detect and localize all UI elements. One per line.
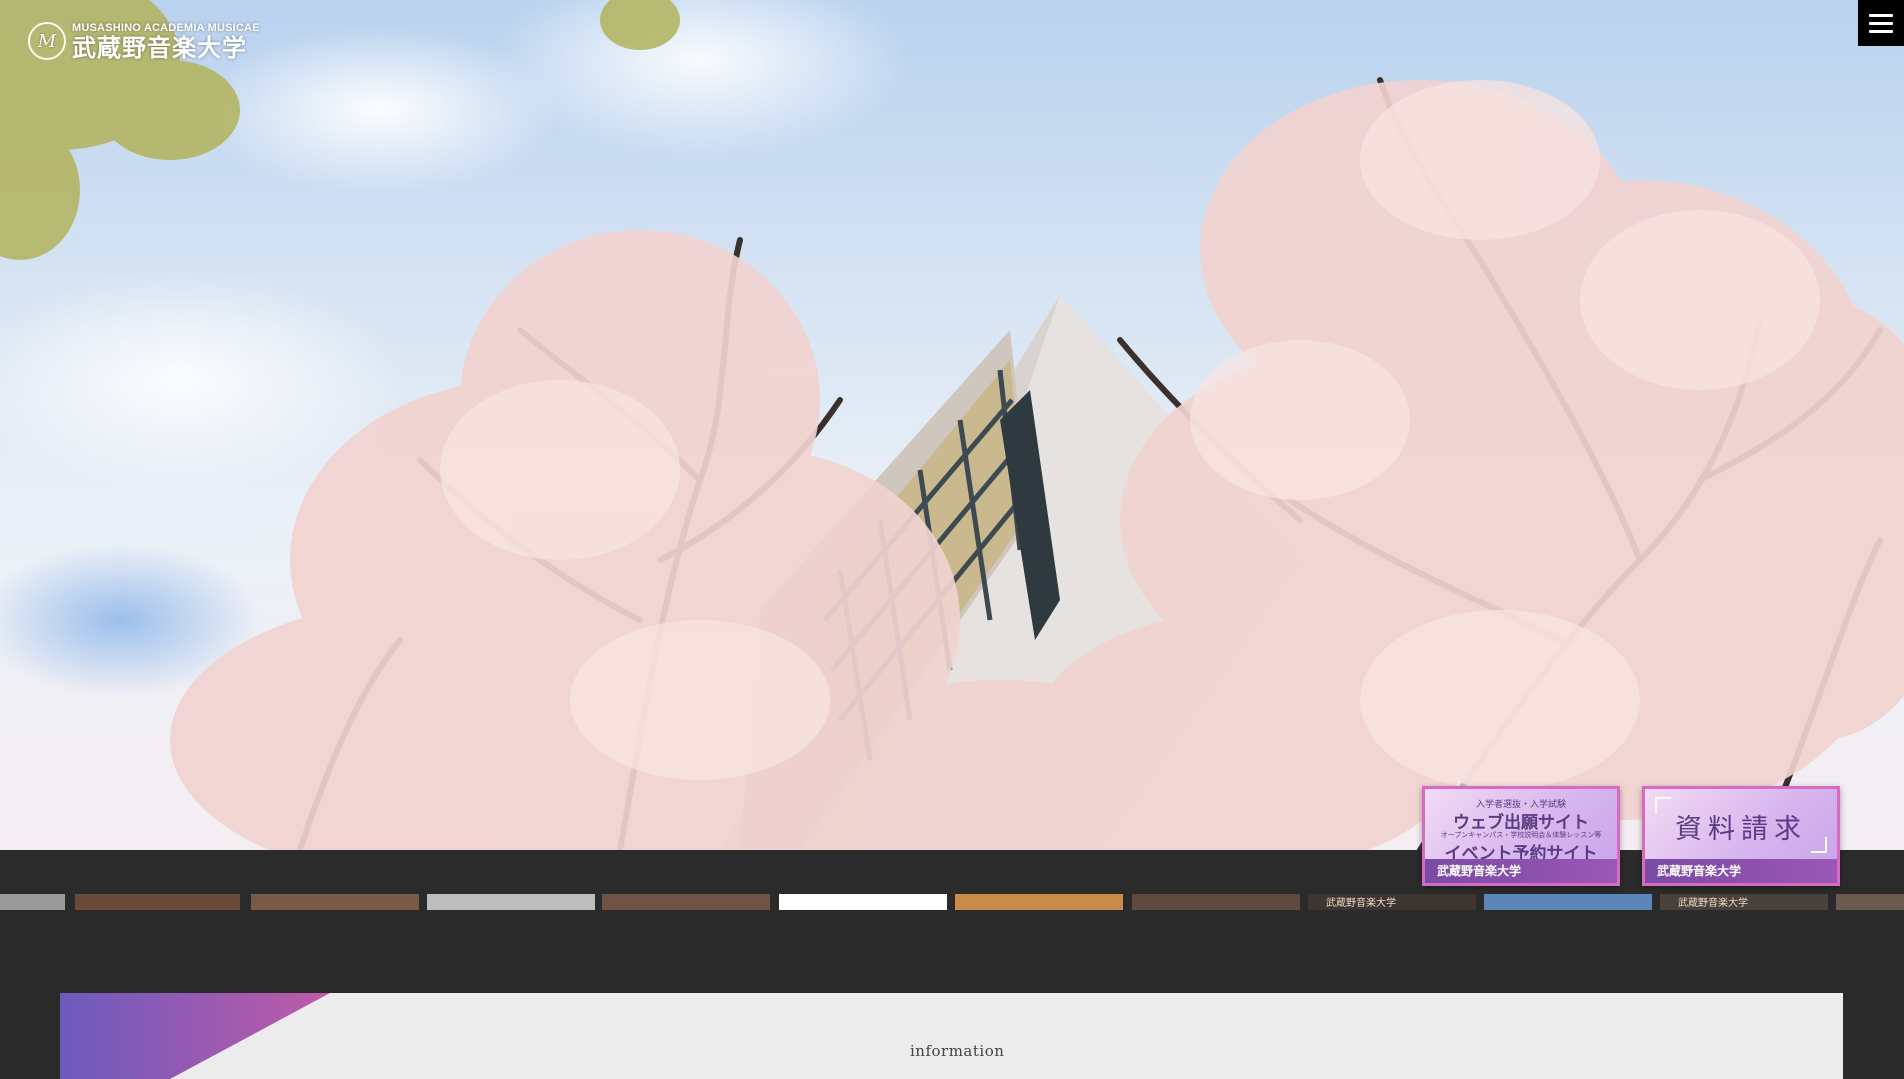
menu-bar xyxy=(1869,29,1893,33)
information-heading: information xyxy=(910,1042,1005,1060)
accent-gradient-shape xyxy=(60,993,330,1079)
thumbnail-item[interactable]: 武蔵野音楽大学 xyxy=(1308,894,1476,910)
thumbnail-item[interactable] xyxy=(251,894,419,910)
thumbnail-item[interactable] xyxy=(1132,894,1300,910)
logo-japanese: 武蔵野音楽大学 xyxy=(72,33,247,62)
information-panel: information xyxy=(60,993,1843,1079)
hero-slideshow: M MUSASHINO ACADEMIA MUSICAE 武蔵野音楽大学 xyxy=(0,0,1904,850)
thumbnail-item[interactable]: 武蔵野音楽大学 xyxy=(1660,894,1828,910)
menu-bar xyxy=(1869,21,1893,25)
logo-mark-icon: M xyxy=(28,22,66,60)
thumbnail-label: 武蔵野音楽大学 xyxy=(1678,898,1748,909)
request-materials-title: 資料請求 xyxy=(1675,814,1807,845)
web-application-banner[interactable]: 入学者選抜・入学試験 ウェブ出願サイト オープンキャンパス・学校説明会＆体験レッ… xyxy=(1422,786,1620,886)
thumbnail-item[interactable] xyxy=(955,894,1123,910)
menu-bar xyxy=(1869,13,1893,17)
banner-footer: 武蔵野音楽大学 xyxy=(1425,859,1617,883)
thumbnail-item[interactable] xyxy=(0,894,65,910)
thumbnail-item[interactable] xyxy=(602,894,770,910)
thumbnail-label: 武蔵野音楽大学 xyxy=(1326,898,1396,909)
thumbnail-item[interactable] xyxy=(75,894,240,910)
thumbnail-item[interactable] xyxy=(1836,894,1904,910)
banner-footer: 武蔵野音楽大学 xyxy=(1645,859,1837,883)
logo-text: MUSASHINO ACADEMIA MUSICAE 武蔵野音楽大学 xyxy=(72,21,260,62)
thumbnail-item[interactable] xyxy=(1484,894,1652,910)
hamburger-menu-icon[interactable] xyxy=(1858,0,1904,46)
hero-photo xyxy=(0,0,1904,850)
thumbnail-item[interactable] xyxy=(427,894,595,910)
request-materials-banner[interactable]: 資料請求 武蔵野音楽大学 xyxy=(1642,786,1840,886)
site-logo[interactable]: M MUSASHINO ACADEMIA MUSICAE 武蔵野音楽大学 xyxy=(28,22,260,60)
thumbnail-item[interactable] xyxy=(779,894,947,910)
logo-english: MUSASHINO ACADEMIA MUSICAE xyxy=(72,21,260,34)
